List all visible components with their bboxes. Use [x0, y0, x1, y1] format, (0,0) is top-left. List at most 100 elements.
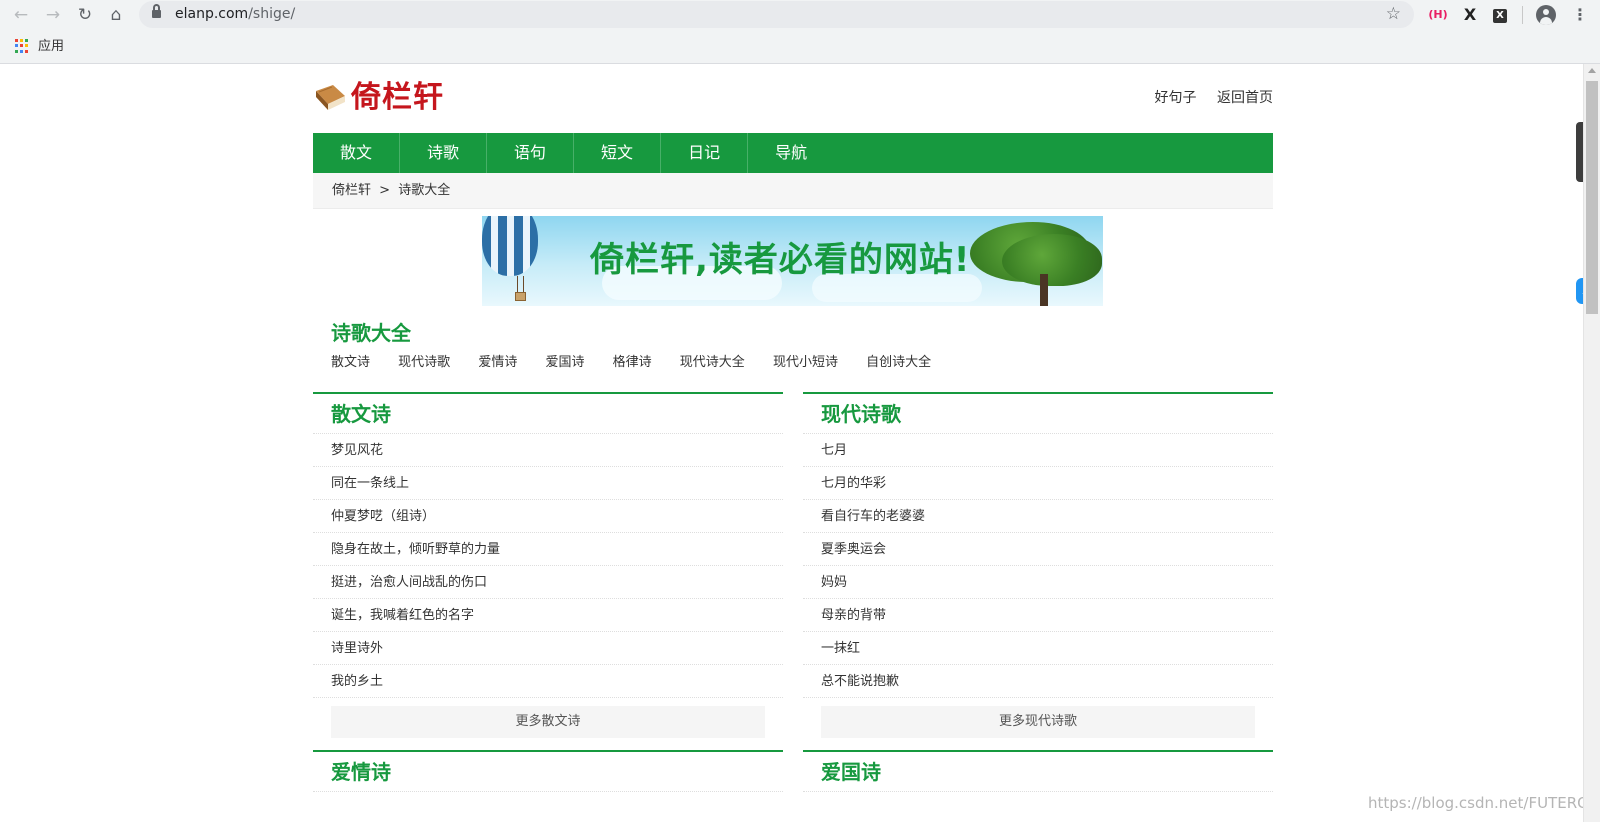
list-item: 我的乡土: [313, 665, 783, 698]
category-subnav: 散文诗 现代诗歌 爱情诗 爱国诗 格律诗 现代诗大全 现代小短诗 自创诗大全: [331, 353, 955, 373]
main-nav: 散文 诗歌 语句 短文 日记 导航: [313, 133, 1273, 173]
list-item: 一抹红: [803, 632, 1273, 665]
list-item: 夏季奥运会: [803, 533, 1273, 566]
poem-link[interactable]: 诞生，我喊着红色的名字: [331, 608, 474, 623]
poem-link[interactable]: 隐身在故土，倾听野草的力量: [331, 542, 500, 557]
list-item: 梦见风花: [313, 434, 783, 467]
list-item: 同在一条线上: [313, 467, 783, 500]
poem-list: 梦见风花 同在一条线上 仲夏梦呓（组诗） 隐身在故土，倾听野草的力量 挺进，治愈…: [313, 434, 783, 698]
bookmarks-bar: 应用: [0, 29, 1600, 64]
forward-arrow-icon[interactable]: →: [42, 4, 64, 26]
watermark-text: https://blog.csdn.net/FUTEROX: [1368, 794, 1583, 812]
poem-link[interactable]: 我的乡土: [331, 674, 383, 689]
hot-air-balloon-image: [482, 216, 538, 276]
logo-text: 倚栏轩: [351, 80, 444, 115]
section-title: 诗歌大全: [331, 321, 411, 345]
subnav-item[interactable]: 自创诗大全: [866, 355, 931, 370]
column-title[interactable]: 爱国诗: [803, 752, 1273, 792]
list-item: 诗里诗外: [313, 632, 783, 665]
banner-slogan: 倚栏轩,读者必看的网站!: [590, 240, 971, 280]
poem-link[interactable]: 七月的华彩: [821, 476, 886, 491]
column-title[interactable]: 散文诗: [313, 394, 783, 434]
back-arrow-icon[interactable]: ←: [10, 4, 32, 26]
list-item: 挺进，治愈人间战乱的伤口: [313, 566, 783, 599]
poem-link[interactable]: 看自行车的老婆婆: [821, 509, 925, 524]
poem-link[interactable]: 七月: [821, 443, 847, 458]
scrollbar-thumb[interactable]: [1586, 81, 1598, 314]
breadcrumb-current: 诗歌大全: [398, 183, 451, 198]
page-scrollbar[interactable]: [1583, 64, 1600, 822]
poem-link[interactable]: 妈妈: [821, 575, 847, 590]
nav-item-sentences[interactable]: 语句: [487, 133, 575, 173]
site-banner[interactable]: 倚栏轩,读者必看的网站!: [482, 216, 1103, 306]
more-button[interactable]: 更多散文诗: [331, 706, 765, 738]
poem-link[interactable]: 母亲的背带: [821, 608, 886, 623]
profile-icon[interactable]: [1536, 5, 1556, 25]
balloon-basket: [515, 292, 526, 301]
nav-item-short-articles[interactable]: 短文: [574, 133, 662, 173]
top-link-good-sentences[interactable]: 好句子: [1155, 90, 1197, 106]
poem-link[interactable]: 梦见风花: [331, 443, 383, 458]
list-item: 看自行车的老婆婆: [803, 500, 1273, 533]
poem-link[interactable]: 一抹红: [821, 641, 860, 656]
nav-item-prose[interactable]: 散文: [313, 133, 401, 173]
subnav-item[interactable]: 爱情诗: [478, 355, 517, 370]
address-bar[interactable]: elanp.com/shige/ ☆: [139, 1, 1414, 28]
list-item: 七月的华彩: [803, 467, 1273, 500]
url-path: /shige/: [248, 6, 296, 22]
breadcrumb-home[interactable]: 倚栏轩: [332, 183, 371, 198]
column-title[interactable]: 爱情诗: [313, 752, 783, 792]
url-host: elanp.com: [175, 6, 249, 22]
apps-bookmark-label[interactable]: 应用: [38, 38, 64, 55]
apps-grid-icon[interactable]: [15, 39, 29, 53]
list-item: 隐身在故土，倾听野草的力量: [313, 533, 783, 566]
toolbar-separator: [1522, 6, 1523, 24]
column-modern-poems: 现代诗歌 七月 七月的华彩 看自行车的老婆婆 夏季奥运会 妈妈 母亲的背带 一抹…: [803, 392, 1273, 738]
column-title[interactable]: 现代诗歌: [803, 394, 1273, 434]
reload-icon[interactable]: ↻: [74, 4, 96, 26]
nav-item-poetry[interactable]: 诗歌: [400, 133, 488, 173]
extension-h-icon[interactable]: (H): [1426, 4, 1450, 26]
subnav-item[interactable]: 爱国诗: [545, 355, 584, 370]
scroll-up-arrow-icon[interactable]: [1588, 68, 1596, 73]
poem-link[interactable]: 夏季奥运会: [821, 542, 886, 557]
browser-toolbar: ← → ↻ ⌂ elanp.com/shige/ ☆ (H) X X ⋮: [0, 0, 1600, 29]
url-text[interactable]: elanp.com/shige/: [175, 5, 295, 24]
subnav-item[interactable]: 现代诗歌: [398, 355, 450, 370]
poem-link[interactable]: 诗里诗外: [331, 641, 383, 656]
list-item: 母亲的背带: [803, 599, 1273, 632]
subnav-item[interactable]: 现代诗大全: [680, 355, 745, 370]
list-item: 七月: [803, 434, 1273, 467]
top-links: 好句子 返回首页: [1139, 88, 1273, 108]
top-link-home[interactable]: 返回首页: [1217, 90, 1273, 106]
extension-x-square-label: X: [1493, 9, 1507, 23]
list-item: 仲夏梦呓（组诗）: [313, 500, 783, 533]
column-prose-poems: 散文诗 梦见风花 同在一条线上 仲夏梦呓（组诗） 隐身在故土，倾听野草的力量 挺…: [313, 392, 783, 738]
lock-icon: [152, 4, 161, 19]
poem-link[interactable]: 挺进，治愈人间战乱的伤口: [331, 575, 487, 590]
nav-item-diary[interactable]: 日记: [661, 133, 749, 173]
extension-x-square-icon[interactable]: X: [1491, 4, 1509, 26]
more-button[interactable]: 更多现代诗歌: [821, 706, 1255, 738]
book-icon: [316, 85, 345, 110]
bookmark-star-icon[interactable]: ☆: [1386, 4, 1401, 24]
column-love-poems: 爱情诗: [313, 750, 783, 792]
subnav-item[interactable]: 散文诗: [331, 355, 370, 370]
list-item: 妈妈: [803, 566, 1273, 599]
poem-link[interactable]: 仲夏梦呓（组诗）: [331, 509, 435, 524]
poem-link[interactable]: 同在一条线上: [331, 476, 409, 491]
breadcrumb: 倚栏轩 > 诗歌大全: [313, 173, 1273, 209]
column-patriotic-poems: 爱国诗: [803, 750, 1273, 792]
subnav-item[interactable]: 现代小短诗: [773, 355, 838, 370]
kebab-menu-icon[interactable]: ⋮: [1572, 4, 1588, 26]
page-viewport: 倚栏轩 好句子 返回首页 散文 诗歌 语句 短文 日记 导航 倚栏轩 > 诗歌大…: [0, 64, 1583, 822]
extension-x-icon[interactable]: X: [1460, 4, 1480, 26]
list-item: 总不能说抱歉: [803, 665, 1273, 698]
poem-list: 七月 七月的华彩 看自行车的老婆婆 夏季奥运会 妈妈 母亲的背带 一抹红 总不能…: [803, 434, 1273, 698]
nav-item-navigation[interactable]: 导航: [748, 133, 834, 173]
breadcrumb-separator: >: [379, 183, 391, 198]
poem-link[interactable]: 总不能说抱歉: [821, 674, 899, 689]
subnav-item[interactable]: 格律诗: [613, 355, 652, 370]
list-item: 诞生，我喊着红色的名字: [313, 599, 783, 632]
home-icon[interactable]: ⌂: [105, 4, 127, 26]
